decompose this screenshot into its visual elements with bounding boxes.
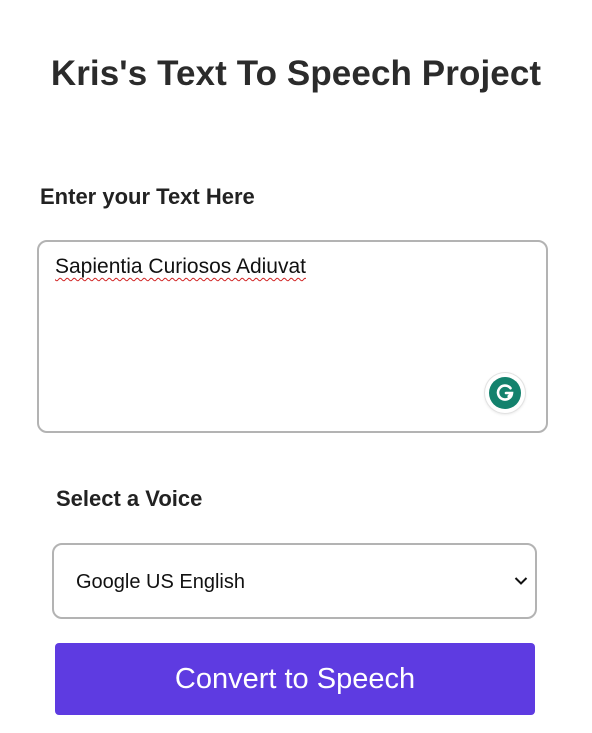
grammarly-g-icon	[489, 377, 521, 409]
voice-select-value: Google US English	[76, 571, 245, 593]
convert-to-speech-button[interactable]: Convert to Speech	[55, 643, 535, 715]
grammarly-button[interactable]	[485, 373, 525, 413]
page-title: Kris's Text To Speech Project	[50, 54, 542, 93]
text-to-speech-app: Kris's Text To Speech Project Enter your…	[0, 0, 592, 733]
text-input[interactable]: Sapientia Curiosos Adiuvat	[39, 242, 546, 431]
text-input-container: Sapientia Curiosos Adiuvat	[37, 240, 548, 433]
voice-select[interactable]: Google US English	[52, 543, 537, 619]
text-input-label: Enter your Text Here	[40, 184, 255, 209]
chevron-down-icon	[513, 573, 529, 589]
voice-select-label: Select a Voice	[56, 486, 203, 511]
